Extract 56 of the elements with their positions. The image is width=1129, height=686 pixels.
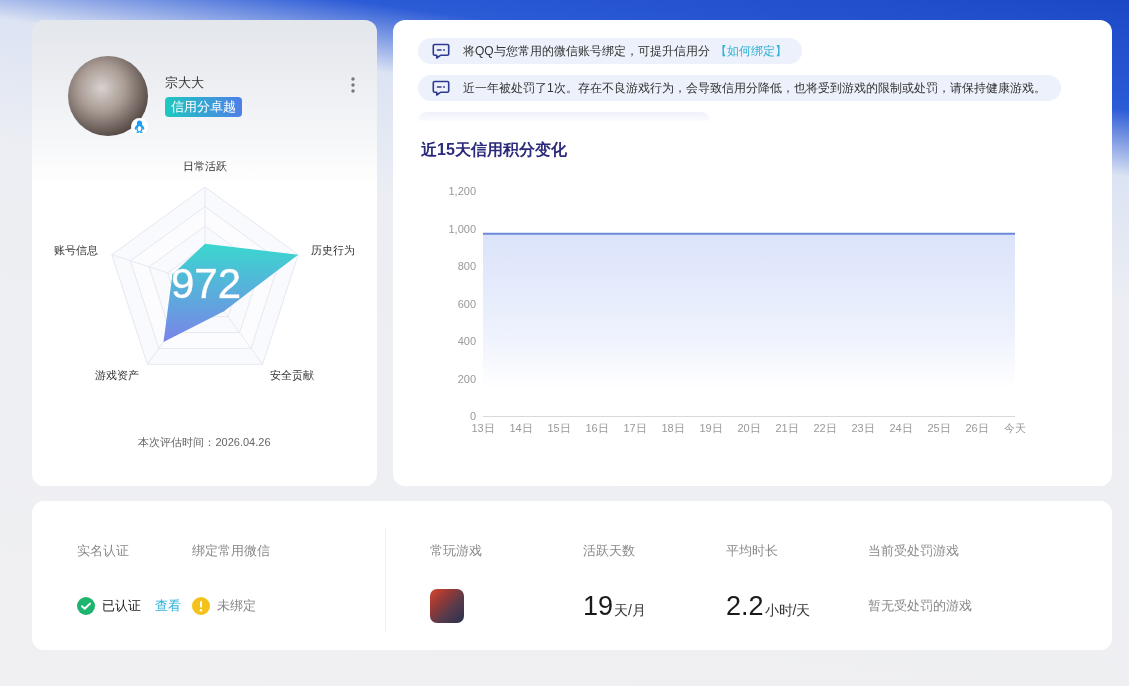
- y-tick-label: 600: [457, 297, 476, 310]
- message-icon: [432, 43, 450, 59]
- y-tick-label: 1,000: [448, 222, 476, 235]
- stat-label: 常玩游戏: [430, 543, 482, 559]
- notice-text: 将QQ与您常用的微信账号绑定，可提升信用分: [463, 43, 710, 60]
- x-tick-label: 17日: [623, 422, 647, 434]
- x-tick-label: 20日: [737, 422, 761, 434]
- verification-status: 未绑定: [217, 597, 256, 615]
- x-tick-label: 19日: [699, 422, 723, 434]
- stat-unit: 天/月: [614, 602, 646, 620]
- evaluation-date: 本次评估时间：2026.04.26: [138, 435, 271, 450]
- view-link[interactable]: 查看: [155, 597, 181, 615]
- x-tick-label: 25日: [927, 422, 951, 434]
- y-tick-label: 400: [457, 335, 476, 347]
- penguin-icon: [131, 118, 148, 135]
- x-tick-label: 18日: [661, 422, 685, 434]
- stat-label: 当前受处罚游戏: [868, 543, 959, 559]
- radar-axis-label: 账号信息: [54, 244, 98, 256]
- x-tick-label: 16日: [585, 422, 609, 434]
- x-tick-label: 24日: [889, 422, 913, 434]
- verification-status: 已认证: [102, 597, 141, 615]
- stat-value: 暂无受处罚的游戏: [868, 597, 973, 615]
- radar-axis-label: 日常活跃: [183, 160, 227, 172]
- chart-title: 近15天信用积分变化: [421, 140, 567, 160]
- more-icon[interactable]: [351, 77, 355, 93]
- credit-score: 972: [170, 259, 242, 307]
- y-tick-label: 0: [469, 410, 476, 422]
- check-circle-icon: [77, 597, 95, 615]
- x-tick-label: 22日: [813, 422, 837, 434]
- stat-label: 实名认证: [77, 543, 129, 559]
- game-app-icon[interactable]: [430, 589, 464, 623]
- x-tick-label: 14日: [509, 422, 533, 434]
- y-tick-label: 200: [457, 372, 476, 385]
- x-tick-label: 13日: [471, 422, 495, 434]
- y-tick-label: 800: [457, 260, 476, 272]
- x-tick-label: 23日: [851, 422, 875, 434]
- stat-value: 19: [583, 590, 614, 622]
- user-name: 宗大大: [165, 74, 204, 92]
- stat-unit: 小时/天: [764, 602, 811, 620]
- stat-value: 2.2: [726, 590, 764, 622]
- credit-level-badge: 信用分卓越: [165, 97, 242, 117]
- warning-icon: [192, 597, 210, 615]
- notice-text: 近一年被处罚了1次。存在不良游戏行为，会导致信用分降低，也将受到游戏的限制或处罚，请保持健康游戏。: [463, 80, 1046, 97]
- x-tick-label: 21日: [775, 422, 799, 434]
- radar-axis-label: 安全贡献: [270, 369, 314, 381]
- y-tick-label: 1,200: [448, 185, 476, 197]
- stat-label: 绑定常用微信: [192, 543, 270, 559]
- stat-label: 活跃天数: [583, 543, 635, 559]
- radar-axis-label: 游戏资产: [95, 369, 139, 381]
- stat-label: 平均时长: [726, 543, 778, 559]
- x-tick-label: 26日: [965, 422, 989, 434]
- message-icon: [432, 80, 450, 96]
- bind-link[interactable]: 【如何绑定】: [714, 42, 787, 60]
- radar-axis-label: 历史行为: [311, 244, 355, 256]
- x-tick-label: 15日: [547, 422, 571, 434]
- x-tick-label: 今天: [1004, 422, 1026, 434]
